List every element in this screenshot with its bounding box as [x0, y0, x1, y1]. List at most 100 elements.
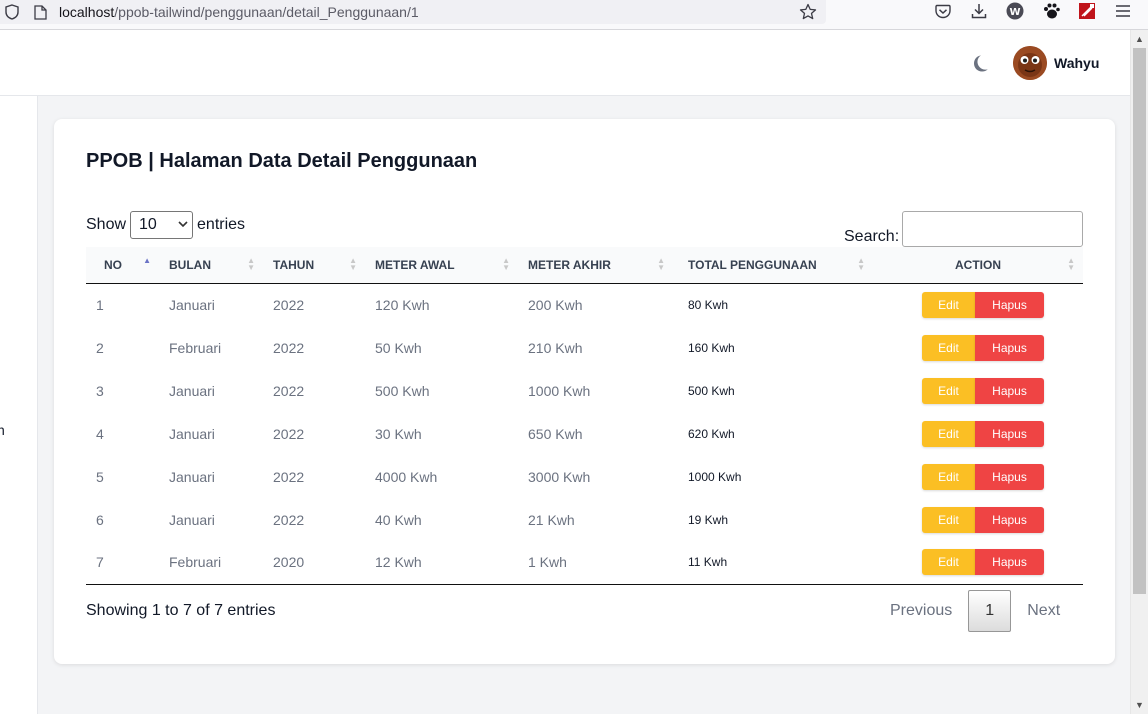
cell-no: 2 [96, 339, 104, 356]
sort-icon: ▲ ▼ [247, 256, 255, 272]
cell-tahun: 2022 [273, 468, 305, 485]
column-header-meter-akhir[interactable]: METER AKHIR ▲ ▼ [518, 247, 673, 284]
cell-bulan: Januari [169, 425, 215, 442]
edit-button[interactable]: Edit [922, 291, 975, 318]
cell-meter-awal: 120 Kwh [375, 296, 430, 313]
sidebar-item-label[interactable]: n [0, 422, 5, 438]
cell-meter-awal: 30 Kwh [375, 425, 422, 442]
edit-button[interactable]: Edit [922, 420, 975, 447]
cell-meter-akhir: 200 Kwh [528, 296, 583, 313]
sidebar: n [0, 96, 38, 714]
user-name[interactable]: Wahyu [1054, 55, 1099, 71]
cell-meter-akhir: 3000 Kwh [528, 468, 591, 485]
extension-flash-icon[interactable] [1077, 1, 1097, 21]
table-row: 1 Januari 2022 120 Kwh 200 Kwh 80 Kwh Ed… [86, 283, 1083, 326]
cell-bulan: Februari [159, 541, 263, 585]
chevron-down-icon [178, 219, 188, 231]
sort-asc-icon: ▲ [143, 256, 151, 265]
cell-total: 160 Kwh [688, 340, 735, 355]
table-info: Showing 1 to 7 of 7 entries [86, 602, 276, 619]
avatar[interactable] [1013, 46, 1047, 80]
extension-paw-icon[interactable] [1041, 1, 1061, 21]
cell-bulan: Januari [169, 511, 215, 528]
delete-button[interactable]: Hapus [975, 506, 1044, 533]
cell-tahun: 2022 [273, 511, 305, 528]
column-header-meter-awal[interactable]: METER AWAL ▲ ▼ [365, 247, 518, 284]
cell-action: Edit Hapus [873, 283, 1083, 326]
column-header-bulan[interactable]: BULAN ▲ ▼ [159, 247, 263, 284]
column-header-action[interactable]: ACTION ▲ ▼ [873, 247, 1083, 284]
cell-bulan: Januari [169, 382, 215, 399]
vertical-scrollbar[interactable]: ▲ ▼ [1130, 30, 1148, 714]
delete-button[interactable]: Hapus [975, 420, 1044, 447]
cell-tahun: 2022 [273, 382, 305, 399]
cell-bulan: Januari [169, 296, 215, 313]
delete-button[interactable]: Hapus [975, 291, 1044, 318]
delete-button[interactable]: Hapus [975, 377, 1044, 404]
extension-w-icon[interactable]: W [1005, 1, 1025, 21]
shield-icon[interactable] [3, 3, 21, 21]
browser-toolbar: localhost/ppob-tailwind/penggunaan/detai… [0, 0, 1148, 30]
cell-tahun: 2022 [273, 425, 305, 442]
entries-label: entries [197, 216, 246, 233]
delete-button[interactable]: Hapus [975, 463, 1044, 490]
sort-icon: ▲ ▼ [657, 256, 665, 272]
cell-meter-awal: 4000 Kwh [375, 468, 438, 485]
bookmark-star-icon[interactable] [799, 3, 817, 21]
edit-button[interactable]: Edit [922, 334, 975, 361]
cell-meter-akhir: 650 Kwh [528, 425, 583, 442]
download-icon[interactable] [969, 1, 989, 21]
search-input[interactable] [902, 211, 1084, 247]
moon-icon[interactable] [970, 52, 994, 76]
cell-total: 1000 Kwh [688, 469, 742, 484]
usage-table: NO ▲ BULAN ▲ ▼ TAHUN ▲ ▼ METER AWAL ▲ ▼ METER A… [86, 247, 1083, 585]
content-card: PPOB | Halaman Data Detail Penggunaan Sh… [54, 119, 1115, 664]
table-row: 2 Februari 2022 50 Kwh 210 Kwh 160 Kwh E… [86, 326, 1083, 369]
cell-bulan: Februari [169, 339, 222, 356]
cell-action: Edit Hapus [873, 541, 1083, 585]
cell-no: 3 [96, 382, 104, 399]
cell-meter-awal: 12 Kwh [365, 541, 518, 585]
edit-button[interactable]: Edit [922, 506, 975, 533]
cell-tahun: 2022 [273, 296, 305, 313]
cell-meter-akhir: 1000 Kwh [528, 382, 591, 399]
sort-icon: ▲ ▼ [502, 256, 510, 272]
pocket-icon[interactable] [933, 1, 953, 21]
cell-no: 6 [96, 511, 104, 528]
scroll-up-icon[interactable]: ▲ [1131, 31, 1148, 47]
entries-select[interactable]: 10 [130, 211, 194, 239]
page-1-button[interactable]: 1 [968, 590, 1012, 632]
page-title: PPOB | Halaman Data Detail Penggunaan [86, 150, 478, 172]
cell-no: 5 [96, 468, 104, 485]
edit-button[interactable]: Edit [922, 463, 975, 490]
table-header-row: NO ▲ BULAN ▲ ▼ TAHUN ▲ ▼ METER AWAL ▲ ▼ METER A… [86, 247, 1083, 284]
delete-button[interactable]: Hapus [975, 334, 1044, 361]
column-header-no[interactable]: NO ▲ [86, 247, 159, 284]
edit-button[interactable]: Edit [922, 549, 975, 576]
scroll-thumb[interactable] [1133, 48, 1146, 594]
page-info-icon[interactable] [31, 3, 49, 21]
svg-text:W: W [1009, 7, 1020, 18]
table-row: 4 Januari 2022 30 Kwh 650 Kwh 620 Kwh Ed… [86, 412, 1083, 455]
menu-icon[interactable] [1113, 1, 1133, 21]
cell-total: 620 Kwh [688, 426, 735, 441]
url-bar[interactable]: localhost/ppob-tailwind/penggunaan/detai… [0, 0, 826, 24]
cell-action: Edit Hapus [873, 326, 1083, 369]
column-header-total-penggunaan[interactable]: TOTAL PENGGUNAAN ▲ ▼ [673, 247, 873, 284]
sort-icon: ▲ ▼ [1067, 256, 1075, 272]
cell-meter-akhir: 21 Kwh [528, 511, 575, 528]
app-header: Wahyu [0, 30, 1130, 96]
cell-tahun: 2020 [263, 541, 365, 585]
table-row: 5 Januari 2022 4000 Kwh 3000 Kwh 1000 Kw… [86, 455, 1083, 498]
cell-bulan: Januari [169, 468, 215, 485]
edit-button[interactable]: Edit [922, 377, 975, 404]
next-button[interactable]: Next [1011, 602, 1076, 620]
entries-select-value: 10 [139, 216, 157, 233]
scroll-down-icon[interactable]: ▼ [1131, 697, 1148, 713]
search-control: Search: [844, 211, 1084, 247]
cell-no: 4 [96, 425, 104, 442]
previous-button[interactable]: Previous [874, 602, 968, 620]
cell-action: Edit Hapus [873, 498, 1083, 541]
column-header-tahun[interactable]: TAHUN ▲ ▼ [263, 247, 365, 284]
delete-button[interactable]: Hapus [975, 549, 1044, 576]
